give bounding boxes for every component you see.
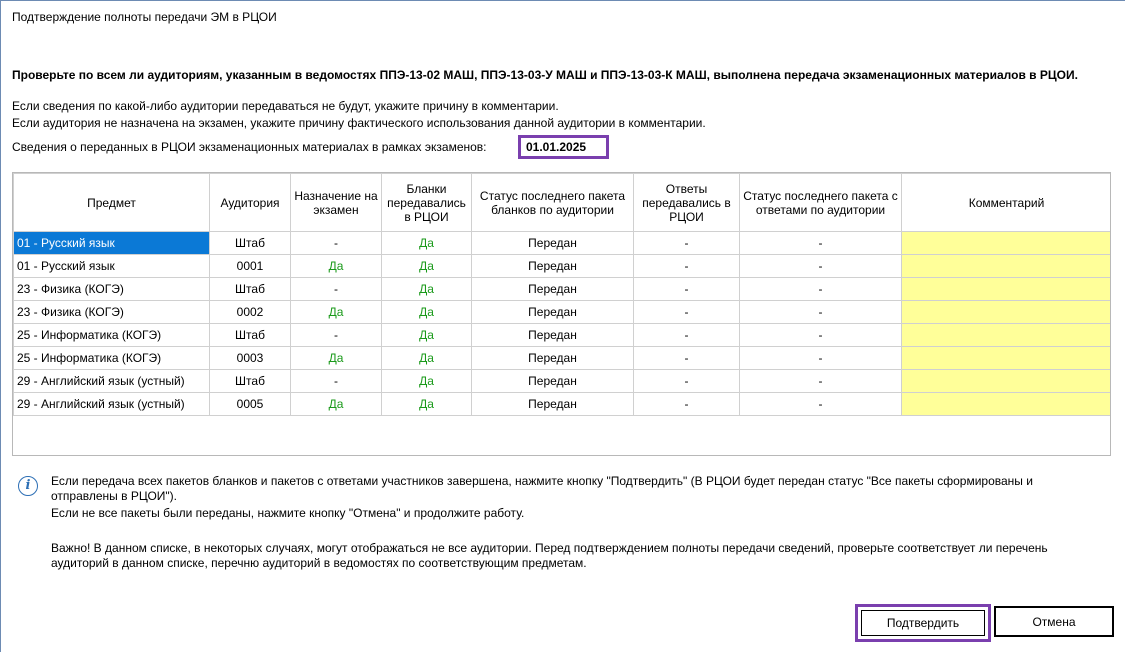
cell-forms-sent[interactable]: Да	[381, 277, 472, 301]
column-header-forms-sent[interactable]: Бланки передавались в РЦОИ	[381, 173, 472, 232]
cell-answers-status[interactable]: -	[739, 346, 902, 370]
cell-room[interactable]: 0001	[209, 254, 291, 278]
cell-forms-sent[interactable]: Да	[381, 392, 472, 416]
cell-answers-status[interactable]: -	[739, 392, 902, 416]
cell-forms-sent[interactable]: Да	[381, 323, 472, 347]
cell-comment-input[interactable]	[901, 231, 1110, 255]
cell-forms-status[interactable]: Передан	[471, 323, 634, 347]
table-row[interactable]: 25 - Информатика (КОГЭ) 0003 Да Да Перед…	[13, 346, 1110, 370]
table-row[interactable]: 29 - Английский язык (устный) 0005 Да Да…	[13, 392, 1110, 416]
cell-comment-input[interactable]	[901, 277, 1110, 301]
cell-subject[interactable]: 23 - Физика (КОГЭ)	[13, 277, 210, 301]
cell-assigned[interactable]: -	[290, 323, 382, 347]
instruction-line-2: Если аудитория не назначена на экзамен, …	[12, 116, 706, 130]
table-header-row: Предмет Аудитория Назначение на экзамен …	[13, 173, 1110, 232]
cell-answers-sent[interactable]: -	[633, 369, 740, 393]
cell-assigned[interactable]: Да	[290, 300, 382, 324]
column-header-room[interactable]: Аудитория	[209, 173, 291, 232]
cell-room[interactable]: Штаб	[209, 277, 291, 301]
cell-comment-input[interactable]	[901, 254, 1110, 278]
cell-assigned[interactable]: Да	[290, 392, 382, 416]
cancel-button[interactable]: Отмена	[994, 606, 1114, 637]
table-row[interactable]: 01 - Русский язык 0001 Да Да Передан - -	[13, 254, 1110, 278]
cell-room[interactable]: Штаб	[209, 369, 291, 393]
cell-comment-input[interactable]	[901, 323, 1110, 347]
cell-answers-status[interactable]: -	[739, 300, 902, 324]
important-note-line-2: аудиторий в данном списке, перечню аудит…	[51, 556, 587, 570]
cell-answers-sent[interactable]: -	[633, 277, 740, 301]
cell-answers-sent[interactable]: -	[633, 323, 740, 347]
table-row[interactable]: 01 - Русский язык Штаб - Да Передан - -	[13, 231, 1110, 255]
cell-forms-sent[interactable]: Да	[381, 300, 472, 324]
cell-forms-sent[interactable]: Да	[381, 369, 472, 393]
column-header-answers-sent[interactable]: Ответы передавались в РЦОИ	[633, 173, 740, 232]
cell-comment-input[interactable]	[901, 300, 1110, 324]
cell-room[interactable]: Штаб	[209, 231, 291, 255]
cell-forms-status[interactable]: Передан	[471, 254, 634, 278]
table-row[interactable]: 29 - Английский язык (устный) Штаб - Да …	[13, 369, 1110, 393]
cell-assigned[interactable]: -	[290, 369, 382, 393]
window-title: Подтверждение полноты передачи ЭМ в РЦОИ	[12, 10, 277, 24]
cell-room[interactable]: 0002	[209, 300, 291, 324]
cell-answers-status[interactable]: -	[739, 231, 902, 255]
cell-assigned[interactable]: Да	[290, 254, 382, 278]
cell-answers-sent[interactable]: -	[633, 346, 740, 370]
table-row[interactable]: 25 - Информатика (КОГЭ) Штаб - Да Переда…	[13, 323, 1110, 347]
cell-subject[interactable]: 01 - Русский язык	[13, 254, 210, 278]
cell-forms-status[interactable]: Передан	[471, 300, 634, 324]
cell-subject[interactable]: 25 - Информатика (КОГЭ)	[13, 346, 210, 370]
cell-room[interactable]: 0003	[209, 346, 291, 370]
column-header-subject[interactable]: Предмет	[13, 173, 210, 232]
cell-forms-sent[interactable]: Да	[381, 254, 472, 278]
cell-comment-input[interactable]	[901, 346, 1110, 370]
important-note-line-1: Важно! В данном списке, в некоторых случ…	[51, 541, 1048, 555]
info-icon: i	[18, 476, 38, 496]
cell-answers-status[interactable]: -	[739, 254, 902, 278]
cell-comment-input[interactable]	[901, 392, 1110, 416]
exam-date-field: 01.01.2025	[518, 135, 609, 159]
cell-subject[interactable]: 23 - Физика (КОГЭ)	[13, 300, 210, 324]
cell-answers-status[interactable]: -	[739, 369, 902, 393]
cell-comment-input[interactable]	[901, 369, 1110, 393]
column-header-assigned[interactable]: Назначение на экзамен	[290, 173, 382, 232]
cell-forms-sent[interactable]: Да	[381, 346, 472, 370]
cell-assigned[interactable]: Да	[290, 346, 382, 370]
cell-subject[interactable]: 29 - Английский язык (устный)	[13, 392, 210, 416]
cell-subject[interactable]: 01 - Русский язык	[13, 231, 210, 255]
exam-label: Сведения о переданных в РЦОИ экзаменацио…	[12, 140, 487, 154]
cell-forms-status[interactable]: Передан	[471, 277, 634, 301]
instruction-heading: Проверьте по всем ли аудиториям, указанн…	[12, 68, 1078, 82]
cell-answers-sent[interactable]: -	[633, 392, 740, 416]
cell-forms-status[interactable]: Передан	[471, 369, 634, 393]
info-text-line-3: Если не все пакеты были переданы, нажмит…	[51, 506, 525, 520]
table-row[interactable]: 23 - Физика (КОГЭ) Штаб - Да Передан - -	[13, 277, 1110, 301]
cell-subject[interactable]: 25 - Информатика (КОГЭ)	[13, 323, 210, 347]
table-row[interactable]: 23 - Физика (КОГЭ) 0002 Да Да Передан - …	[13, 300, 1110, 324]
cell-room[interactable]: 0005	[209, 392, 291, 416]
column-header-answers-status[interactable]: Статус последнего пакета с ответами по а…	[739, 173, 902, 232]
info-text-line-2: отправлены в РЦОИ").	[51, 489, 177, 503]
cell-answers-status[interactable]: -	[739, 277, 902, 301]
cell-forms-sent[interactable]: Да	[381, 231, 472, 255]
cell-answers-sent[interactable]: -	[633, 254, 740, 278]
cell-forms-status[interactable]: Передан	[471, 231, 634, 255]
confirm-button[interactable]: Подтвердить	[861, 610, 985, 636]
rooms-table: Предмет Аудитория Назначение на экзамен …	[12, 172, 1111, 456]
cell-subject[interactable]: 29 - Английский язык (устный)	[13, 369, 210, 393]
cell-answers-sent[interactable]: -	[633, 300, 740, 324]
cell-forms-status[interactable]: Передан	[471, 346, 634, 370]
cell-answers-status[interactable]: -	[739, 323, 902, 347]
column-header-forms-status[interactable]: Статус последнего пакета бланков по ауди…	[471, 173, 634, 232]
column-header-comment[interactable]: Комментарий	[901, 173, 1110, 232]
cell-assigned[interactable]: -	[290, 231, 382, 255]
cell-forms-status[interactable]: Передан	[471, 392, 634, 416]
info-text-line-1: Если передача всех пакетов бланков и пак…	[51, 474, 1033, 488]
cell-room[interactable]: Штаб	[209, 323, 291, 347]
cell-assigned[interactable]: -	[290, 277, 382, 301]
cell-answers-sent[interactable]: -	[633, 231, 740, 255]
instruction-line-1: Если сведения по какой-либо аудитории пе…	[12, 99, 559, 113]
